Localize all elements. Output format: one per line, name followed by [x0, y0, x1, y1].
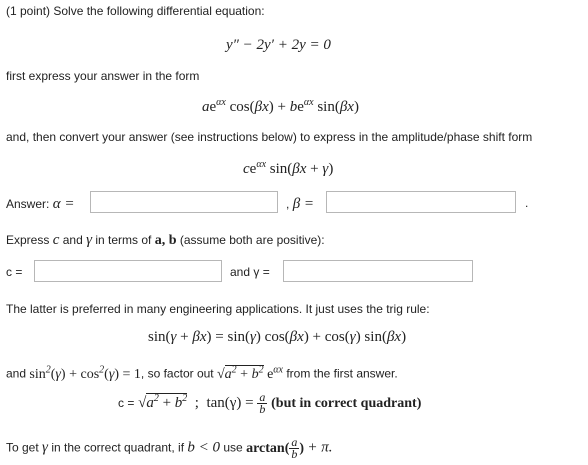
- factor-text-and: and: [6, 366, 27, 381]
- beta-separator: ,: [286, 197, 290, 211]
- pythagorean-identity: sin2(γ) + cos2(γ) = 1: [29, 364, 141, 382]
- express-text-in-terms: in terms of: [95, 233, 152, 247]
- gamma-text-to-get: To get: [6, 440, 39, 455]
- problem-header: (1 point) Solve the following differenti…: [6, 4, 265, 18]
- form2-expression: ceαx sin(βx + γ): [243, 159, 334, 177]
- factor-text-from: from the first answer.: [286, 366, 398, 381]
- tan-formula: tan(γ) =: [206, 394, 254, 411]
- beta-input[interactable]: [326, 191, 516, 213]
- gamma-text-correct: in the correct quadrant, if: [51, 440, 185, 455]
- gamma-quadrant-line: To get γ in the correct quadrant, if b <…: [6, 435, 333, 461]
- trig-rule: sin(γ + βx) = sin(γ) cos(βx) + cos(γ) si…: [148, 329, 407, 345]
- arctan-expression: arctan(a b): [246, 435, 305, 461]
- gamma-text-use: use: [223, 440, 243, 455]
- express-text-start: Express: [6, 233, 50, 247]
- gamma-symbol-inline: γ: [42, 439, 48, 456]
- alpha-label: α =: [52, 196, 75, 212]
- factor-line: and sin2(γ) + cos2(γ) = 1, so factor out…: [6, 364, 398, 383]
- answer-label: Answer: α =: [6, 196, 74, 213]
- c-label: c =: [6, 265, 23, 279]
- gamma-plus-pi: + π.: [307, 439, 333, 456]
- answer-period: .: [525, 196, 529, 210]
- c-input[interactable]: [34, 260, 222, 282]
- factor-text-so: , so factor out: [140, 366, 214, 381]
- latter-text: The latter is preferred in many engineer…: [6, 302, 430, 316]
- express-text-assume: (assume both are positive):: [179, 233, 325, 247]
- form1-expression: aeαx cos(βx) + beαx sin(βx): [202, 97, 359, 115]
- express-instruction: Express c and γ in terms of a, b (assume…: [6, 232, 325, 249]
- alpha-input[interactable]: [90, 191, 278, 213]
- quadrant-note: (but in correct quadrant): [271, 395, 422, 411]
- answer-prefix: Answer:: [6, 197, 50, 211]
- c-formula-lhs: c =: [118, 395, 135, 410]
- form1-intro: first express your answer in the form: [6, 69, 200, 83]
- beta-symbol: β =: [292, 196, 315, 212]
- express-c-symbol: c: [52, 232, 60, 248]
- c-tan-formula: c = √a2 + b2 ; tan(γ) = ab (but in corre…: [118, 390, 422, 416]
- factor-expression: √a2 + b2 eαx: [216, 364, 283, 382]
- differential-equation: y″ − 2y′ + 2y = 0: [226, 37, 331, 54]
- a-over-b-fraction: ab: [257, 390, 268, 416]
- express-ab-symbols: a, b: [154, 233, 177, 248]
- gamma-input[interactable]: [283, 260, 473, 282]
- form2-intro: and, then convert your answer (see instr…: [6, 130, 533, 144]
- beta-label: , β =: [286, 196, 314, 213]
- express-gamma-symbol: γ: [86, 232, 93, 248]
- gamma-condition: b < 0: [187, 439, 221, 456]
- express-text-and: and: [62, 233, 83, 247]
- equation-text: y″ − 2y′ + 2y = 0: [226, 37, 331, 53]
- gamma-label: and γ =: [230, 265, 270, 279]
